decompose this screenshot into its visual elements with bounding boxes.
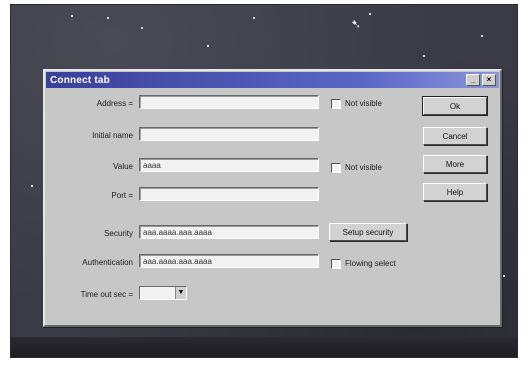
close-icon[interactable]: × [482,74,496,86]
timeout-select[interactable]: ▼ [139,286,187,300]
initial-name-field[interactable] [139,127,319,141]
authentication-label: Authentication [82,258,133,267]
desktop-speck [207,45,209,47]
port-field[interactable] [139,187,319,201]
authentication-field[interactable]: aaa.aaaa.aaa.aaaa [139,254,319,268]
ok-button[interactable]: Ok [422,96,488,116]
address-label: Address = [96,99,133,108]
timeout-label: Time out sec = [80,290,133,299]
flowing-select-checkbox[interactable] [331,259,341,269]
setup-security-button[interactable]: Setup security [329,223,407,241]
desktop-speck [71,15,73,17]
security-field[interactable]: aaa.aaaa.aaa.aaaa [139,225,319,239]
desktop-speck [423,55,425,57]
desktop-speck [141,27,143,29]
value-field[interactable]: aaaa [139,158,319,172]
more-button[interactable]: More [423,155,487,173]
value-label: Value [113,162,133,171]
flowing-select-label: Flowing select [345,259,396,268]
connect-dialog: Connect tab _ × Address = Not visible In… [43,69,502,327]
port-label: Port = [111,191,133,200]
not-visible-label-1: Not visible [345,99,382,108]
dialog-titlebar[interactable]: Connect tab _ × [46,72,499,88]
chevron-down-icon[interactable]: ▼ [175,287,186,299]
dialog-title: Connect tab [50,74,110,86]
desktop-speck [369,13,371,15]
address-field[interactable] [139,95,319,109]
desktop-background: ➷ Connect tab _ × Address = Not visible … [10,4,518,358]
taskbar [11,337,517,357]
desktop-speck [253,17,255,19]
desktop-speck [481,35,483,37]
not-visible-checkbox-1[interactable] [331,99,341,109]
cancel-button[interactable]: Cancel [423,127,487,145]
desktop-speck [107,17,109,19]
not-visible-label-2: Not visible [345,163,382,172]
help-button[interactable]: Help [423,183,487,201]
initial-name-label: Initial name [92,131,133,140]
desktop-speck [503,275,505,277]
not-visible-checkbox-2[interactable] [331,163,341,173]
mouse-cursor-icon: ➷ [351,17,362,31]
desktop-speck [31,185,33,187]
minimize-icon[interactable]: _ [466,74,480,86]
security-label: Security [104,229,133,238]
